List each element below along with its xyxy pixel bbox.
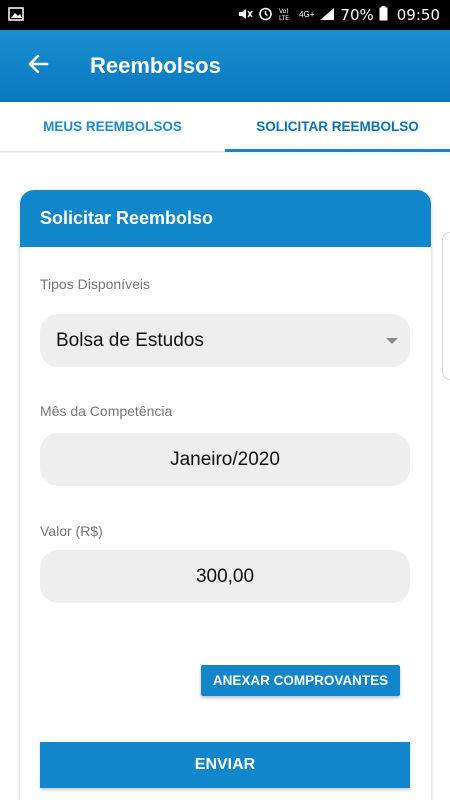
card-title: Solicitar Reembolso bbox=[40, 208, 214, 228]
network-type-label: 4G+ bbox=[299, 9, 315, 19]
valor-field[interactable]: 300,00 bbox=[40, 550, 410, 603]
side-drawer-handle[interactable] bbox=[442, 232, 450, 380]
tipos-value: Bolsa de Estudos bbox=[56, 329, 204, 351]
status-left bbox=[8, 6, 24, 24]
mes-value: Janeiro/2020 bbox=[170, 448, 280, 470]
arrow-left-icon bbox=[27, 53, 49, 80]
tab-solicitar-reembolso[interactable]: SOLICITAR REEMBOLSO bbox=[225, 102, 450, 152]
svg-text:Vo): Vo) bbox=[279, 8, 289, 15]
signal-icon bbox=[319, 7, 335, 24]
attach-receipts-button[interactable]: ANEXAR COMPROVANTES bbox=[201, 665, 400, 696]
page-title: Reembolsos bbox=[90, 53, 221, 78]
battery-percent: 70% bbox=[340, 6, 374, 24]
card-header: Solicitar Reembolso bbox=[20, 190, 431, 247]
volte-icon: Vo) LTE bbox=[278, 6, 294, 25]
valor-value: 300,00 bbox=[195, 565, 255, 587]
mes-label: Mês da Competência bbox=[40, 403, 173, 419]
tab-meus-reembolsos[interactable]: MEUS REEMBOLSOS bbox=[0, 102, 225, 151]
tipos-label: Tipos Disponíveis bbox=[40, 276, 150, 292]
mute-icon bbox=[237, 7, 253, 24]
tab-bar: MEUS REEMBOLSOS SOLICITAR REEMBOLSO bbox=[0, 102, 450, 152]
clock: 09:50 bbox=[396, 6, 440, 24]
status-right: Vo) LTE 4G+ 70% 09:50 bbox=[237, 6, 440, 25]
send-button[interactable]: ENVIAR bbox=[40, 742, 410, 788]
app-bar: Reembolsos bbox=[0, 30, 450, 102]
back-button[interactable] bbox=[8, 30, 68, 102]
mes-field[interactable]: Janeiro/2020 bbox=[40, 433, 410, 486]
status-bar: Vo) LTE 4G+ 70% 09:50 bbox=[0, 0, 450, 30]
alarm-icon bbox=[258, 6, 273, 24]
image-icon bbox=[8, 6, 24, 24]
chevron-down-icon bbox=[386, 337, 398, 344]
tipos-select[interactable]: Bolsa de Estudos bbox=[40, 314, 410, 367]
reimbursement-card: Solicitar Reembolso Tipos Disponíveis Bo… bbox=[20, 190, 431, 800]
svg-text:LTE: LTE bbox=[279, 15, 289, 22]
valor-label: Valor (R$) bbox=[40, 523, 103, 539]
battery-icon bbox=[379, 6, 388, 24]
